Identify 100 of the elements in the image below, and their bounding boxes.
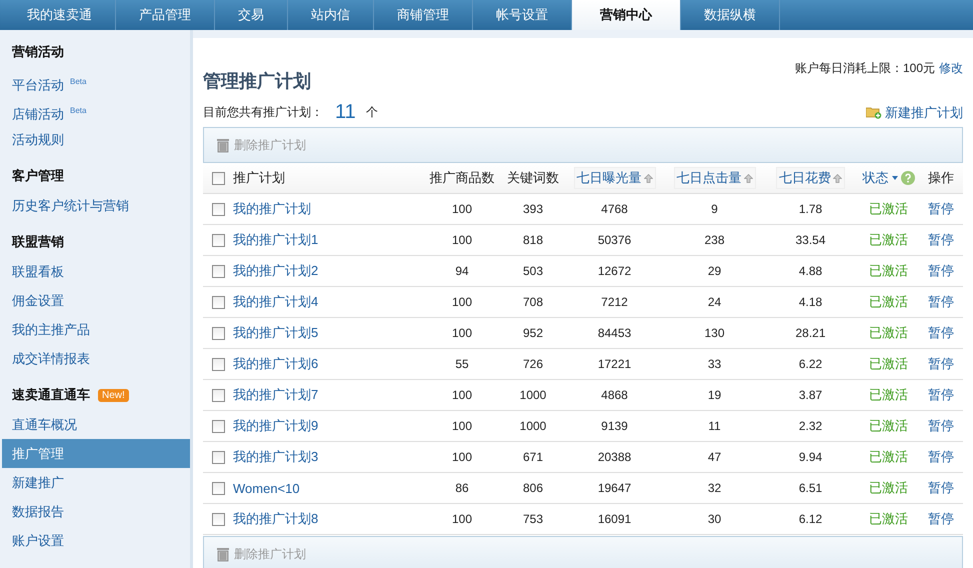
table-cell: 94 <box>455 264 469 278</box>
table-cell: 4768 <box>601 202 628 216</box>
pause-link[interactable]: 暂停 <box>928 449 954 464</box>
nav-tab[interactable]: 数据纵横 <box>681 0 780 30</box>
sortable-header[interactable]: 七日曝光量 <box>574 167 656 189</box>
nav-tab[interactable]: 我的速卖通 <box>4 0 116 30</box>
sidebar-item[interactable]: 我的主推产品 <box>2 315 190 344</box>
sidebar-item[interactable]: 联盟看板 <box>2 257 190 286</box>
table-cell: 9139 <box>601 419 628 433</box>
plan-name-link[interactable]: 我的推广计划6 <box>233 356 318 371</box>
table-cell: 55 <box>455 357 469 371</box>
sidebar-item[interactable]: 推广管理 <box>2 439 190 468</box>
row-checkbox[interactable] <box>212 420 224 432</box>
sidebar-item[interactable]: 新建推广 <box>2 468 190 497</box>
table-cell: 6.51 <box>798 481 822 495</box>
pause-link[interactable]: 暂停 <box>928 480 954 495</box>
table-cell: 28.21 <box>795 326 826 340</box>
pause-link[interactable]: 暂停 <box>928 294 954 309</box>
row-checkbox[interactable] <box>212 264 224 278</box>
row-checkbox[interactable] <box>212 450 224 464</box>
column-header: 推广计划 <box>233 170 285 185</box>
table-cell: 708 <box>522 295 544 309</box>
table-cell: 4868 <box>601 388 628 402</box>
table-cell: 47 <box>708 450 722 464</box>
sidebar-item[interactable]: 数据报告 <box>2 497 190 526</box>
table-cell: 50376 <box>598 233 632 247</box>
row-checkbox[interactable] <box>212 388 224 402</box>
nav-tab[interactable]: 营销中心 <box>572 0 681 30</box>
status-text: 已激活 <box>869 231 908 249</box>
sidebar-item[interactable]: 直通车概况 <box>2 410 190 439</box>
plan-name-link[interactable]: Women<10 <box>233 480 300 496</box>
edit-link[interactable]: 修改 <box>939 60 963 77</box>
pause-link[interactable]: 暂停 <box>928 511 954 526</box>
plan-name-link[interactable]: 我的推广计划2 <box>233 263 318 278</box>
nav-tab[interactable]: 交易 <box>215 0 288 30</box>
sidebar-item[interactable]: 历史客户统计与营销 <box>2 191 190 220</box>
pause-link[interactable]: 暂停 <box>928 232 954 247</box>
pause-link[interactable]: 暂停 <box>928 418 954 433</box>
new-plan-link[interactable]: 新建推广计划 <box>866 104 963 122</box>
plan-name-link[interactable]: 我的推广计划 <box>233 201 311 216</box>
table-cell: 100 <box>452 388 472 402</box>
table-cell: 11 <box>708 419 721 433</box>
row-checkbox[interactable] <box>212 234 224 246</box>
column-header: 操作 <box>928 170 954 185</box>
row-checkbox[interactable] <box>212 326 224 340</box>
nav-tab[interactable]: 站内信 <box>288 0 374 30</box>
nav-tab[interactable]: 产品管理 <box>116 0 215 30</box>
select-all-checkbox[interactable] <box>212 172 224 184</box>
table-cell: 1000 <box>520 419 546 433</box>
table-cell: 100 <box>452 202 472 216</box>
table-cell: 24 <box>708 295 722 309</box>
sidebar-item[interactable]: 成交详情报表 <box>2 344 190 373</box>
plan-name-link[interactable]: 我的推广计划4 <box>233 294 318 309</box>
table-cell: 84453 <box>598 326 632 340</box>
plan-name-link[interactable]: 我的推广计划5 <box>233 325 318 340</box>
table-cell: 818 <box>522 233 544 247</box>
section-heading: 客户管理 <box>12 167 64 185</box>
pause-link[interactable]: 暂停 <box>928 387 954 402</box>
plan-name-link[interactable]: 我的推广计划1 <box>233 232 318 247</box>
sidebar-item[interactable]: 店铺活动 $^{Beta}$ <box>2 96 190 125</box>
status-text: 已激活 <box>869 448 908 466</box>
pause-link[interactable]: 暂停 <box>928 263 954 278</box>
row-checkbox[interactable] <box>212 482 224 494</box>
sidebar-item[interactable]: 账户设置 <box>2 526 190 555</box>
table-cell: 753 <box>522 512 544 526</box>
table-cell: 100 <box>452 512 472 526</box>
row-checkbox[interactable] <box>212 358 224 370</box>
page-title: 管理推广计划 <box>203 70 311 93</box>
sidebar-item[interactable]: 平台活动 $^{Beta}$ <box>2 67 190 96</box>
pause-link[interactable]: 暂停 <box>928 325 954 340</box>
sidebar-item[interactable]: 活动规则 <box>2 125 190 154</box>
status-text: 已激活 <box>869 479 908 497</box>
table-cell: 1000 <box>520 388 546 402</box>
plan-name-link[interactable]: 我的推广计划8 <box>233 511 318 526</box>
row-checkbox[interactable] <box>212 202 224 216</box>
row-checkbox[interactable] <box>212 296 224 308</box>
trash-icon <box>216 138 230 152</box>
table-cell: 3.87 <box>798 388 822 402</box>
table-cell: 17221 <box>598 357 632 371</box>
row-checkbox[interactable] <box>212 512 224 526</box>
status-text: 已激活 <box>869 324 908 342</box>
nav-tab[interactable]: 商铺管理 <box>374 0 473 30</box>
status-text: 已激活 <box>869 200 908 218</box>
table-cell: 7212 <box>601 295 628 309</box>
plan-name-link[interactable]: 我的推广计划7 <box>233 387 318 402</box>
folder-add-icon <box>866 106 882 119</box>
new-badge: New! <box>98 388 129 402</box>
table-cell: 671 <box>522 450 544 464</box>
status-filter-header[interactable]: 状态 <box>862 169 888 187</box>
pause-link[interactable]: 暂停 <box>928 356 954 371</box>
plan-name-link[interactable]: 我的推广计划9 <box>233 418 318 433</box>
table-cell: 9 <box>711 202 718 216</box>
sortable-header[interactable]: 七日花费 <box>776 167 845 189</box>
sidebar-item[interactable]: 佣金设置 <box>2 286 190 315</box>
status-text: 已激活 <box>869 417 908 435</box>
plan-name-link[interactable]: 我的推广计划3 <box>233 449 318 464</box>
sortable-header[interactable]: 七日点击量 <box>674 167 756 189</box>
pause-link[interactable]: 暂停 <box>928 201 954 216</box>
table-cell: 100 <box>452 450 472 464</box>
table-cell: 100 <box>452 326 472 340</box>
